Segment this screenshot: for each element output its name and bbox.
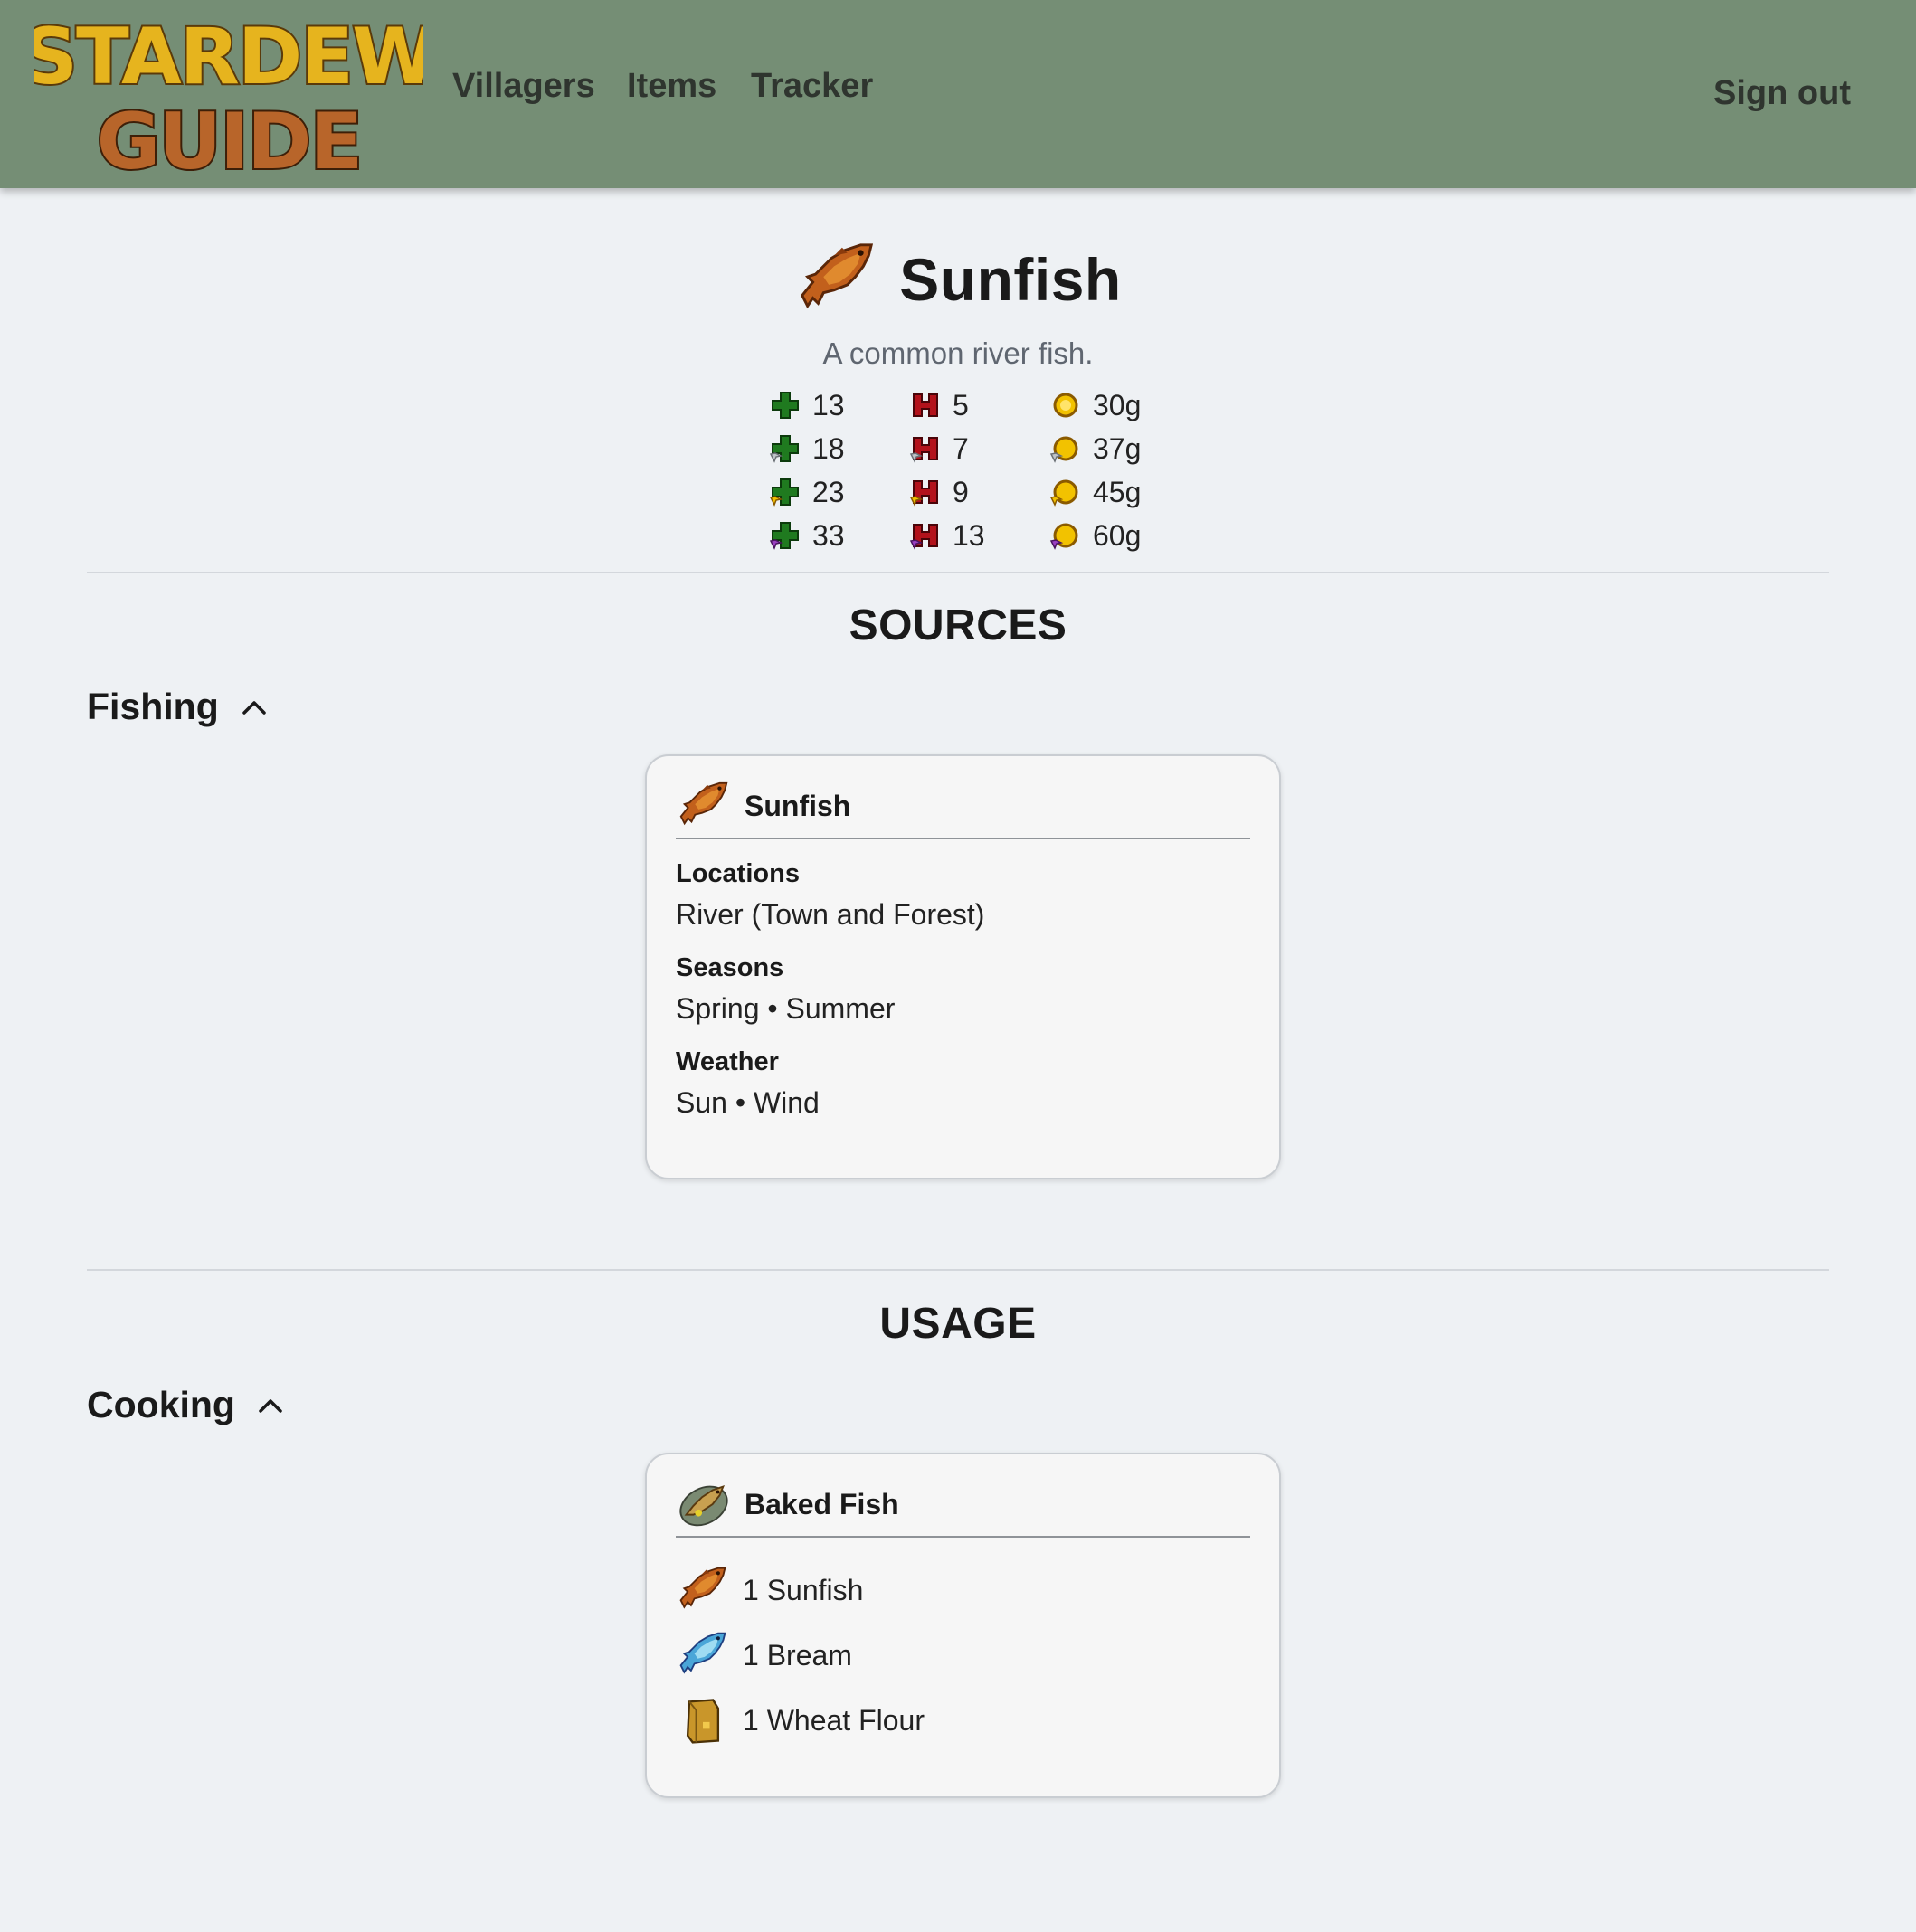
locations-label: Locations [676,859,800,888]
fishing-label: Fishing [87,686,219,727]
card-title[interactable]: Baked Fish [745,1488,899,1521]
gold-coin-silver-icon [1049,436,1078,463]
usage-heading: USAGE [879,1300,1037,1348]
locations-value: River (Town and Forest) [676,898,985,931]
health-gold-icon [909,480,938,507]
sunfish-icon [679,781,728,825]
price-stat-gold: 45g [1049,470,1185,514]
energy-stat-gold: 23 [769,470,909,514]
top-navbar: STARDEW GUIDE Villagers Items Tracker Si… [0,0,1916,188]
seasons-value: Spring • Summer [676,992,896,1025]
seasons-label: Seasons [676,953,784,982]
cooking-label: Cooking [87,1384,235,1425]
item-header: Sunfish [0,237,1916,322]
card-title[interactable]: Sunfish [745,790,850,823]
weather-label: Weather [676,1047,779,1076]
energy-silver-icon [769,435,799,463]
health-stat-gold: 9 [909,470,1049,514]
wheat-flour-icon [686,1699,720,1744]
item-description: A common river fish. [822,336,1094,370]
health-icon [913,393,938,417]
health-stat-iridium: 13 [909,514,1049,557]
health-stat-base: 5 [909,384,1049,427]
sunfish-icon [679,1567,726,1608]
energy-gold-icon [769,478,799,507]
price-stat-iridium: 60g [1049,514,1185,557]
baked-fish-icon [679,1485,728,1527]
gold-coin-icon [1053,393,1078,418]
sunfish-icon [801,243,873,308]
health-stat-silver: 7 [909,427,1049,470]
sources-heading: SOURCES [849,601,1067,649]
energy-stat-silver: 18 [769,427,909,470]
nav-villagers[interactable]: Villagers [452,67,595,106]
energy-iridium-icon [769,522,799,550]
fishing-toggle[interactable]: Fishing [87,686,270,728]
cooking-recipe-card: Baked Fish 1 Sunfish 1 Bream 1 Wheat Flo… [645,1453,1281,1798]
stardew-guide-logo[interactable]: STARDEW GUIDE [34,9,423,179]
page-title: Sunfish [899,246,1122,313]
card-header: Sunfish [676,780,1250,839]
divider [87,572,1829,573]
nav-items[interactable]: Items [627,67,716,106]
sign-out-link[interactable]: Sign out [1713,74,1851,113]
card-header: Baked Fish [676,1478,1250,1538]
ingredient-bream[interactable]: 1 Bream [676,1623,1250,1688]
nav-tracker[interactable]: Tracker [751,67,873,106]
price-stat-base: 30g [1049,384,1185,427]
gold-coin-iridium-icon [1049,523,1078,550]
ingredient-wheat-flour[interactable]: 1 Wheat Flour [676,1688,1250,1753]
chevron-up-icon [242,700,266,715]
energy-icon [772,392,799,419]
price-stat-silver: 37g [1049,427,1185,470]
divider [87,1269,1829,1271]
svg-text:STARDEW: STARDEW [34,12,423,102]
gold-coin-gold-icon [1049,479,1078,507]
fishing-source-card: Sunfish Locations River (Town and Forest… [645,754,1281,1179]
item-stats: 13 5 30g 18 7 37g 23 9 45g 33 13 60g [769,384,1185,557]
bream-icon [679,1632,726,1673]
chevron-up-icon [259,1398,282,1413]
health-silver-icon [909,437,938,463]
energy-stat-iridium: 33 [769,514,909,557]
ingredient-sunfish[interactable]: 1 Sunfish [676,1558,1250,1623]
cooking-toggle[interactable]: Cooking [87,1384,286,1426]
energy-stat-base: 13 [769,384,909,427]
health-iridium-icon [909,524,938,550]
svg-text:GUIDE: GUIDE [97,97,362,179]
weather-value: Sun • Wind [676,1086,820,1119]
